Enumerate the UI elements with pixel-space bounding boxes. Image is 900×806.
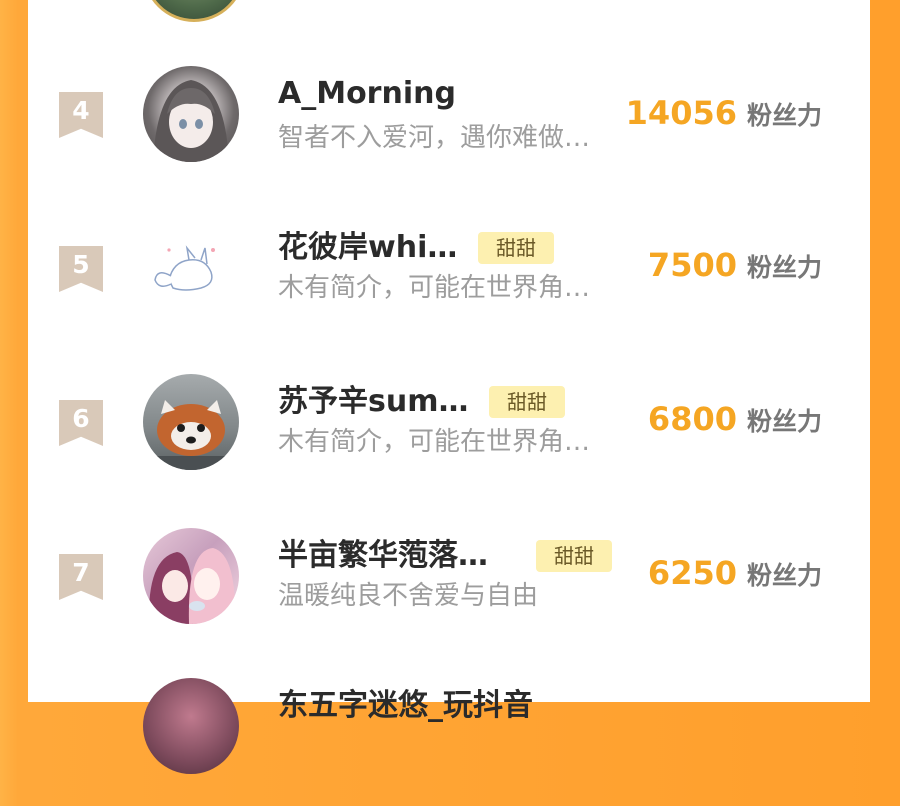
avatar[interactable]	[143, 374, 239, 470]
avatar[interactable]	[143, 66, 239, 162]
avatar-partial[interactable]	[143, 0, 245, 22]
rank-flag: 5	[59, 246, 103, 292]
sweet-badge: 甜甜	[489, 386, 565, 418]
ranking-row[interactable]: 东五字迷悠_玩抖音	[28, 652, 870, 806]
fan-power-unit: 粉丝力	[746, 407, 822, 436]
fan-power-value: 14056	[625, 94, 737, 132]
rank-flag: 6	[59, 400, 103, 446]
fan-power-value: 6800	[647, 400, 737, 438]
ranking-row[interactable]: 4 A_Morning 智者不入爱河，遇你难做… 14056 粉丝力	[28, 36, 870, 190]
user-name[interactable]: 花彼岸whi…	[278, 230, 457, 266]
sweet-badge: 甜甜	[536, 540, 612, 572]
user-bio: 木有简介，可能在世界角…	[278, 273, 591, 303]
fan-power-unit: 粉丝力	[746, 253, 822, 282]
red-panda-avatar-icon	[143, 400, 239, 470]
ranking-row[interactable]: 6 苏予辛sum… 甜甜 木有简介，可能在世界角… 6800 粉丝力	[28, 344, 870, 498]
user-bio: 智者不入爱河，遇你难做…	[278, 123, 591, 153]
leaderboard-card: 4 A_Morning 智者不入爱河，遇你难做… 14056 粉丝力 5 花彼岸…	[28, 0, 870, 774]
user-name[interactable]: 半亩繁华萢落…	[278, 538, 488, 574]
fan-power-unit: 粉丝力	[746, 561, 822, 590]
avatar[interactable]	[143, 220, 239, 316]
user-bio: 木有简介，可能在世界角…	[278, 427, 591, 457]
user-name[interactable]: 东五字迷悠_玩抖音	[278, 688, 533, 724]
fan-power: 14056 粉丝力	[626, 94, 822, 132]
rank-number: 7	[72, 558, 90, 587]
avatar[interactable]	[143, 678, 239, 774]
avatar[interactable]	[143, 528, 239, 624]
fan-power-unit: 粉丝力	[746, 101, 822, 130]
rank-flag: 4	[59, 92, 103, 138]
user-name[interactable]: A_Morning	[278, 76, 456, 112]
sweet-badge: 甜甜	[478, 232, 554, 264]
rank-flag: 7	[59, 554, 103, 600]
user-name[interactable]: 苏予辛sum…	[278, 384, 468, 420]
fan-power: 7500 粉丝力	[648, 246, 822, 284]
ranking-row[interactable]: 7 半亩繁华萢落… 甜甜 温暖纯良不舍爱与自由 6250 粉丝力	[28, 498, 870, 652]
white-fox-avatar-icon	[154, 245, 215, 291]
rank-number: 4	[72, 96, 90, 125]
anime-girl-avatar-icon	[153, 80, 229, 162]
fan-power: 6800 粉丝力	[648, 400, 822, 438]
ranking-row[interactable]: 5 花彼岸whi… 甜甜 木有简介，可能在世界角… 7500 粉丝力	[28, 190, 870, 344]
anime-couple-avatar-icon	[148, 548, 236, 624]
fan-power: 6250 粉丝力	[648, 554, 822, 592]
rank-number: 5	[72, 250, 90, 279]
user-bio: 温暖纯良不舍爱与自由	[278, 581, 539, 611]
fan-power-value: 6250	[647, 554, 737, 592]
rank-number: 6	[72, 404, 90, 433]
fan-power-value: 7500	[647, 246, 737, 284]
